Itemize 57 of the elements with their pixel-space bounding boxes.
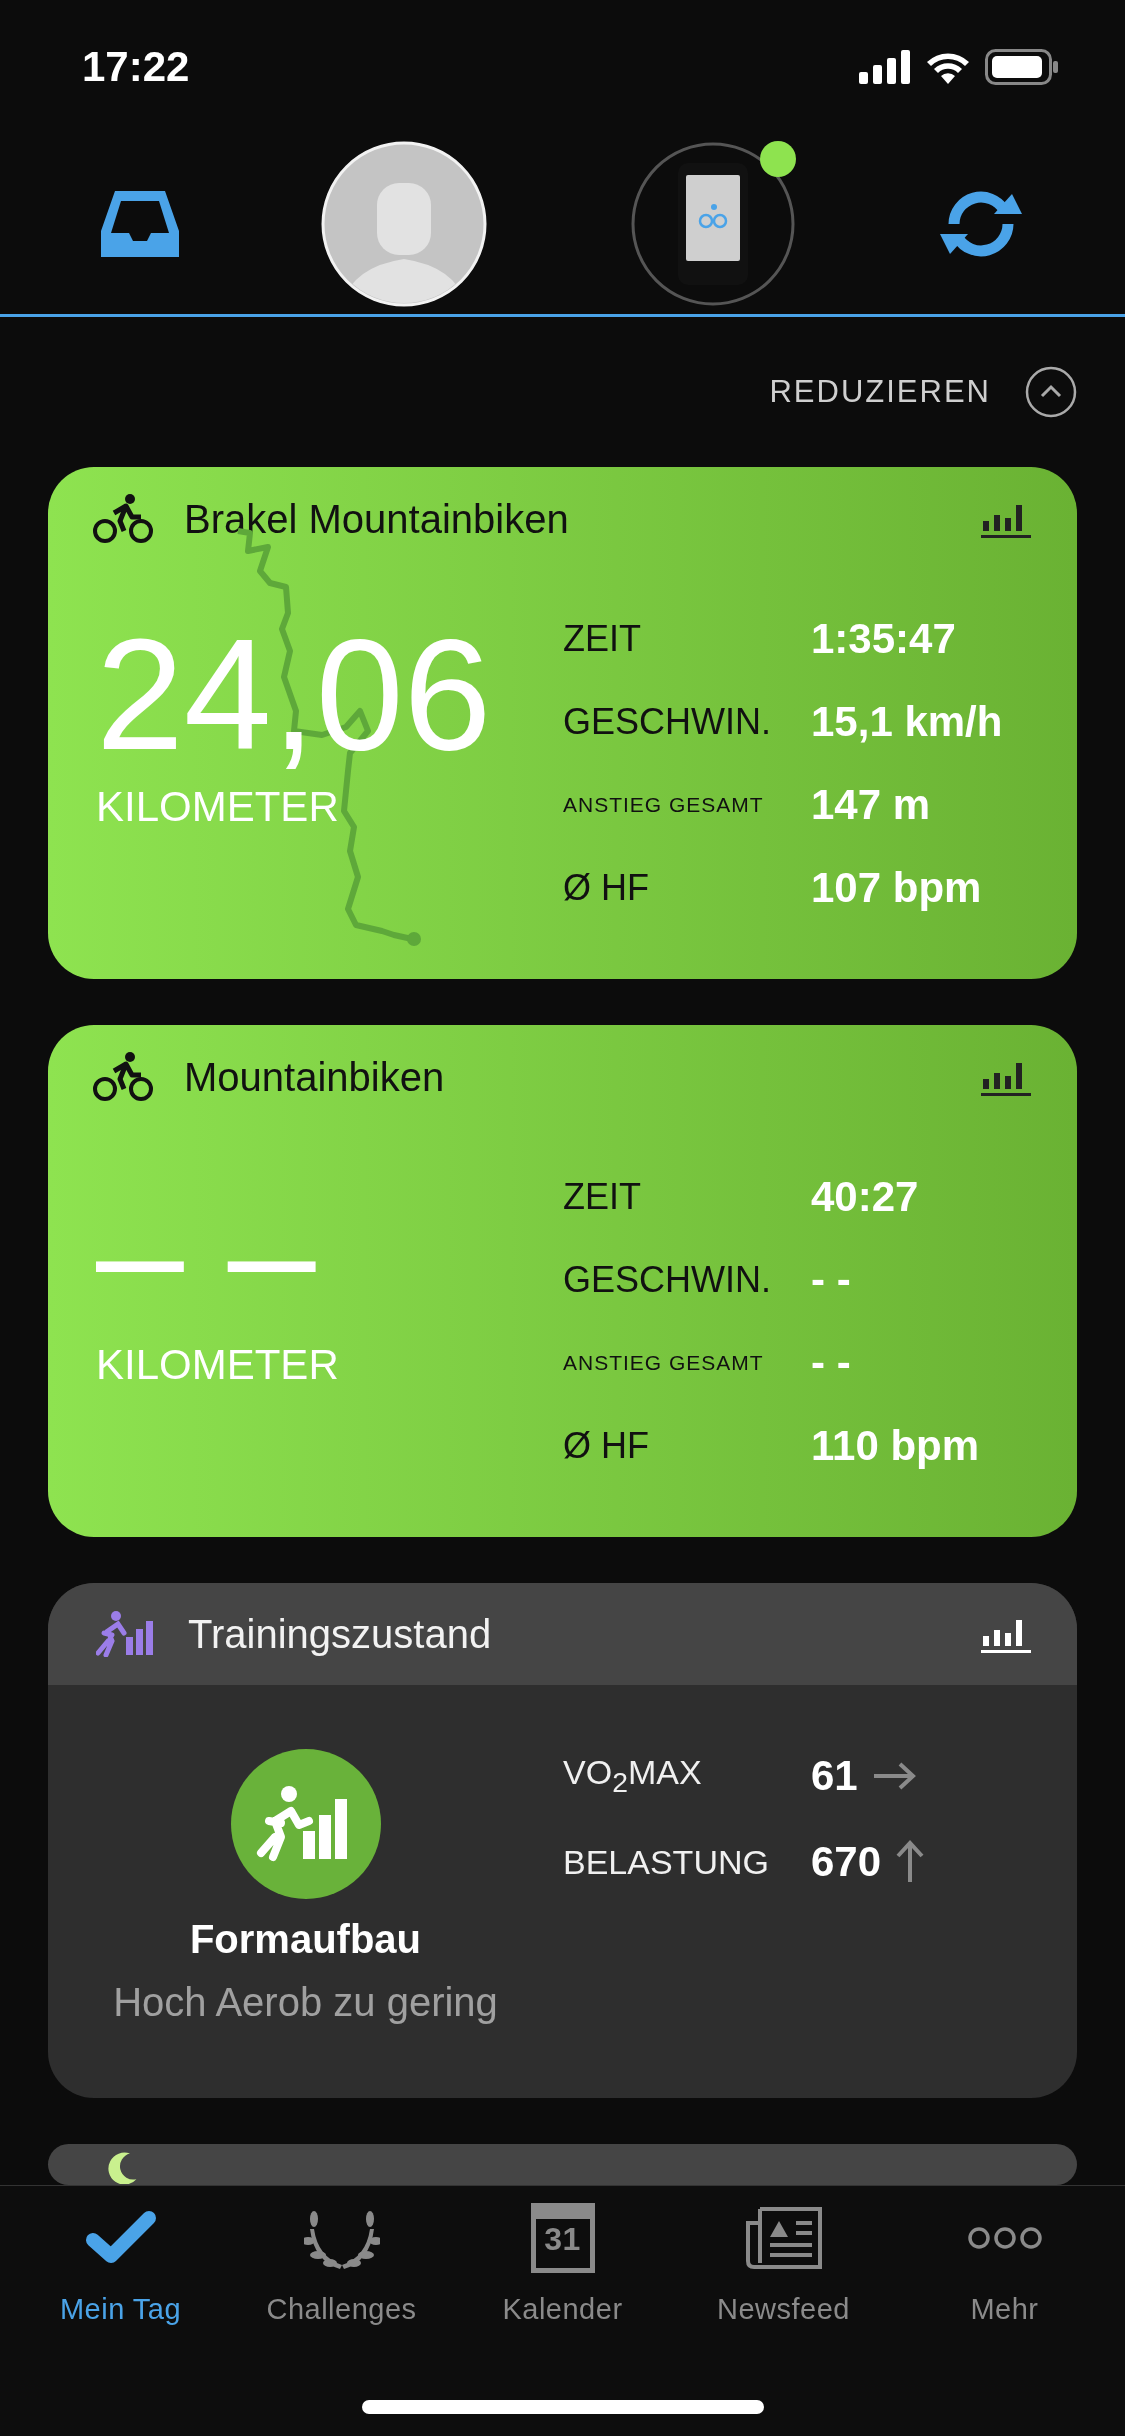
stat-label: Ø HF [563,866,650,909]
tab[interactable]: Newsfeed [683,2200,884,2327]
tab[interactable]: Challenges [241,2200,442,2327]
training-status-icon [96,1611,154,1657]
stat-label: ANSTIEG GESAMT [563,1350,765,1375]
stat-label: GESCHWIN. [563,700,772,743]
stat-value: 1:35:47 [811,614,956,663]
cyclist-icon [92,1051,154,1103]
stat-value: - - [811,1338,851,1387]
training-detail: Hoch Aerob zu gering [113,1980,498,2025]
collapse-button[interactable]: REDUZIEREN [765,370,995,414]
checkmark-icon [84,2210,157,2266]
stat-label: ANSTIEG GESAMT [563,792,765,817]
stat-value: 40:27 [811,1172,919,1221]
training-card[interactable]: Trainingszustand Formaufbau Hoch Aerob zu gering VO$_{2}$MAX 61 BELASTUNG 670 [48,1583,1077,2098]
stat-label: BELASTUNG [563,1842,770,1882]
stat-label: GESCHWIN. [563,1258,772,1301]
wifi-icon [925,50,971,84]
device-drawing[interactable] [629,141,796,307]
stat-value: 147 m [811,780,931,829]
battery-icon [985,49,1059,85]
signal-icon [859,50,911,84]
stat-value: 670 [811,1838,882,1886]
tab[interactable]: Mehr [904,2200,1105,2327]
status-time: 17:22 [82,43,190,91]
stat-label: VO$_{2}$MAX [563,1753,703,1799]
activity-card[interactable]: Mountainbiken – – KILOMETER ZEIT 40:27 GESCHWIN. - - ANSTIEG GESAMT - - Ø HF 110 bpm [48,1025,1077,1537]
stat-value: - - [811,1255,851,1304]
collapse-icon[interactable] [1025,366,1077,418]
calendar-icon: 31 [530,2203,595,2273]
inbox-icon[interactable] [101,191,180,257]
tab[interactable]: 31 Kalender [462,2200,663,2327]
stat-value: 107 bpm [811,863,982,912]
stat-value: 61 [811,1752,858,1800]
card-title: Trainingszustand [188,1611,493,1657]
newspaper-icon [745,2205,822,2271]
card-title: Brakel Mountainbiken [184,496,570,542]
card-title: Mountainbiken [184,1054,446,1100]
distance-value: – – [96,1173,316,1331]
stat-label: ZEIT [563,1175,642,1218]
stat-value: 110 bpm [811,1421,980,1470]
arrow-up-icon [895,1840,926,1884]
activity-card[interactable]: Brakel Mountainbiken 24,06 KILOMETER ZEIT 1:35:47 GESCHWIN. 15,1 km/h ANSTIEG GESAMT 147 m Ø HF 107 bpm [48,467,1077,979]
moon-icon [106,2152,138,2184]
training-status-icon [230,1749,381,1899]
cyclist-icon [92,493,154,545]
stat-label: ZEIT [563,617,642,660]
stat-value: 15,1 km/h [811,697,1003,746]
arrow-right-icon [871,1761,916,1791]
stat-label: Ø HF [563,1424,650,1467]
tab[interactable]: Mein Tag [20,2200,221,2327]
more-icon [966,2225,1043,2251]
training-status: Formaufbau [189,1917,422,1962]
distance-unit: KILOMETER [96,783,339,831]
distance-unit: KILOMETER [96,1341,339,1389]
avatar[interactable] [321,141,488,307]
distance-value: 24,06 [96,615,492,773]
